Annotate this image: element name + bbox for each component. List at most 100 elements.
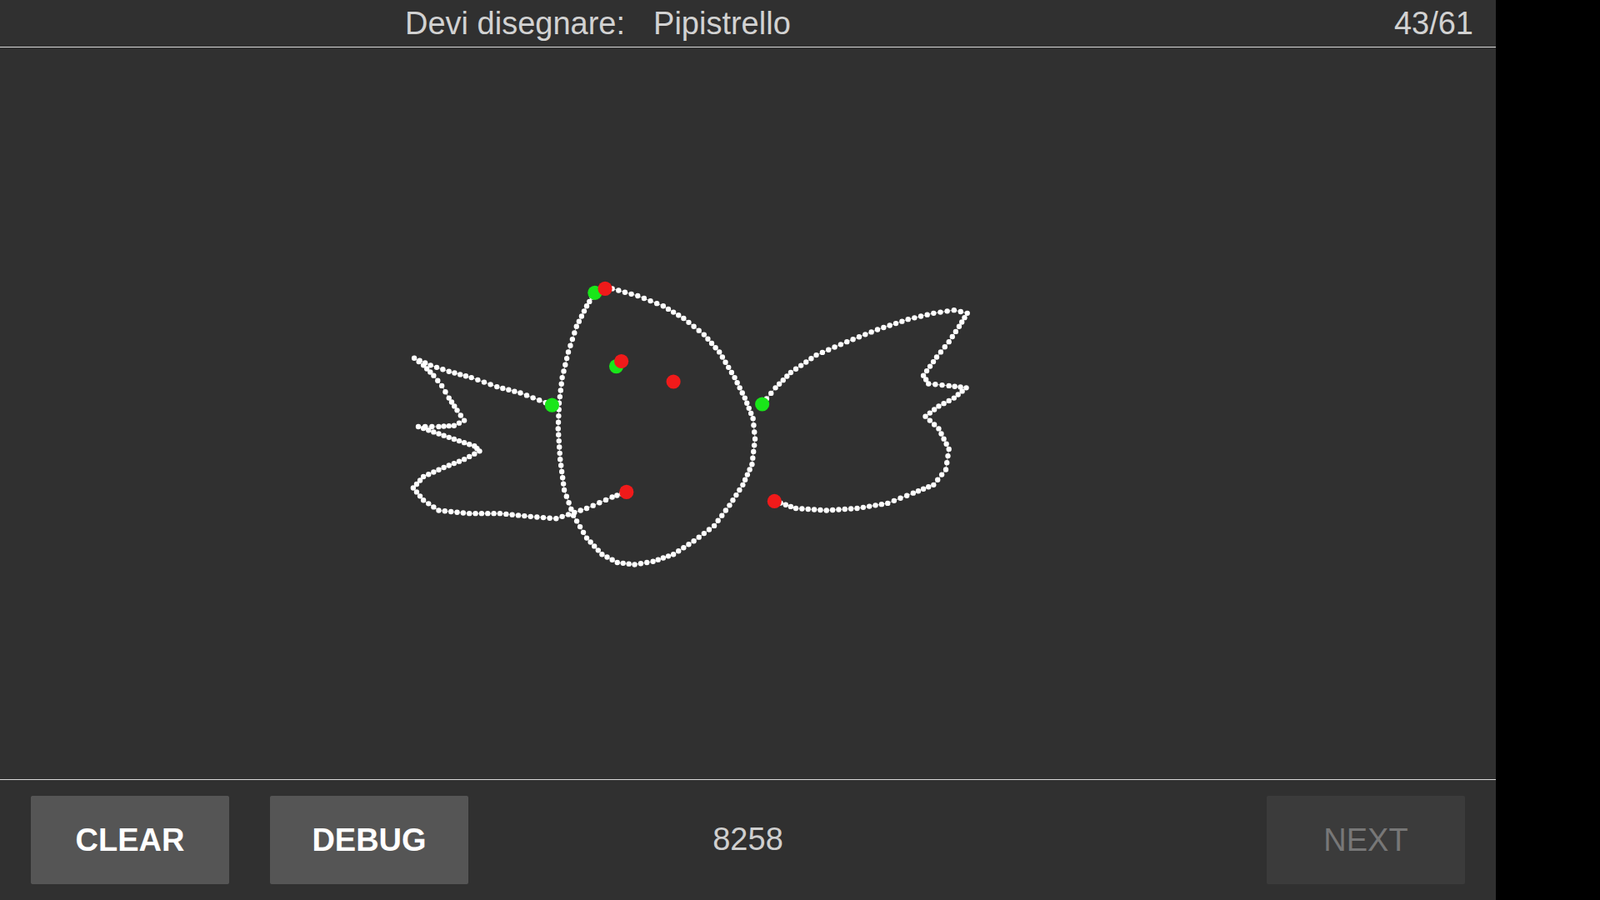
stroke-dot	[530, 395, 535, 400]
stroke-dot	[463, 373, 469, 379]
stroke-dot	[571, 330, 577, 335]
stroke-dot	[440, 423, 446, 429]
stroke-dot	[481, 379, 487, 385]
stroke-dot	[558, 387, 564, 393]
stroke-dot	[854, 505, 860, 511]
stroke-dot	[793, 505, 799, 511]
stroke-dot	[625, 560, 631, 566]
stroke-dot	[435, 467, 441, 473]
stroke-dot	[719, 512, 725, 518]
stroke-dot	[559, 514, 565, 520]
action-button[interactable]: CLEAR	[30, 795, 230, 885]
stroke-dot	[461, 440, 467, 445]
action-button[interactable]: DEBUG	[270, 795, 469, 885]
stroke-dot	[831, 344, 837, 350]
stroke-dot	[565, 500, 571, 505]
stroke-dot	[675, 548, 681, 554]
stroke-dot	[517, 390, 523, 395]
drawing-canvas[interactable]	[0, 47, 1496, 780]
stroke-dot	[609, 494, 615, 500]
stroke-dot	[784, 373, 790, 379]
stroke-dot	[927, 410, 933, 415]
stroke-dot	[891, 498, 897, 504]
stroke-dot	[893, 320, 899, 326]
stroke-dot	[737, 385, 743, 390]
stroke-dot	[720, 354, 725, 360]
stroke-dot	[817, 507, 823, 513]
stroke-dot	[440, 432, 446, 438]
stroke-dot	[788, 370, 794, 375]
stroke-dot	[574, 324, 580, 330]
stroke-dot	[783, 502, 789, 508]
marker-dot	[755, 396, 770, 411]
stroke-dot	[862, 331, 868, 337]
stroke-dot	[675, 312, 681, 318]
stroke-dot	[680, 315, 686, 321]
stroke-dot	[935, 477, 940, 483]
stroke-dot	[946, 398, 952, 404]
stroke-dot	[451, 370, 457, 375]
next-button[interactable]: NEXT	[1266, 795, 1465, 885]
stroke-dot	[442, 389, 448, 395]
stroke-dot	[571, 510, 577, 515]
score-value: 8258	[712, 821, 784, 858]
stroke-dot	[934, 354, 940, 360]
stroke-dot	[454, 510, 460, 515]
stroke-dot	[813, 352, 819, 358]
stroke-dot	[564, 355, 570, 361]
stroke-dot	[451, 460, 457, 466]
stroke-dot	[595, 547, 601, 553]
stroke-dot	[910, 490, 916, 495]
stroke-dot	[685, 541, 691, 547]
stroke-dot	[515, 512, 521, 518]
stroke-dot	[555, 425, 561, 431]
stroke-dot	[935, 403, 941, 409]
stroke-dot	[457, 371, 463, 377]
stroke-dot	[943, 441, 949, 447]
stroke-dot	[835, 506, 841, 512]
stroke-dot	[461, 417, 467, 423]
stroke-dot	[468, 375, 474, 380]
button-group: CLEAR DEBUG	[30, 795, 469, 885]
stroke-dot	[497, 510, 503, 516]
stroke-dot	[485, 510, 490, 516]
stroke-dot	[579, 313, 585, 319]
marker-dot	[767, 494, 782, 509]
stroke-dot	[938, 349, 944, 355]
stroke-dot	[850, 336, 855, 342]
drawing-area[interactable]	[0, 47, 1496, 780]
stroke-dot	[705, 336, 710, 342]
stroke-dot	[647, 298, 653, 304]
stroke-dot	[946, 383, 952, 389]
stroke-dot	[866, 503, 872, 509]
stroke-dot	[546, 515, 552, 521]
stroke-dot	[415, 424, 421, 430]
stroke-dot	[930, 482, 936, 488]
stroke-dot	[733, 492, 739, 498]
stroke-dot	[559, 381, 565, 387]
stroke-dot	[872, 502, 878, 508]
stroke-dot	[939, 471, 945, 477]
stroke-dot	[614, 492, 620, 498]
header-bar: Devi disegnare:Pipistrello43/61	[0, 0, 1496, 48]
stroke-dot	[696, 327, 702, 333]
stroke-dot	[456, 420, 462, 425]
stroke-dot	[596, 500, 602, 505]
stroke-dot	[951, 384, 957, 390]
stroke-dot	[716, 349, 722, 355]
stroke-dot	[935, 425, 941, 431]
stroke-dot	[660, 303, 666, 309]
stroke-dot	[942, 344, 948, 350]
stroke-dot	[570, 336, 575, 342]
marker-dot	[614, 354, 629, 369]
stroke-dot	[715, 518, 721, 524]
stroke-dot	[559, 469, 565, 475]
stroke-dot	[722, 359, 728, 365]
stroke-dot	[958, 309, 964, 315]
stroke-dot	[824, 507, 830, 513]
stroke-dot	[746, 466, 752, 472]
stroke-dot	[799, 505, 805, 511]
stroke-dot	[946, 339, 952, 345]
stroke-dot	[425, 427, 431, 433]
stroke-dot	[556, 444, 562, 450]
